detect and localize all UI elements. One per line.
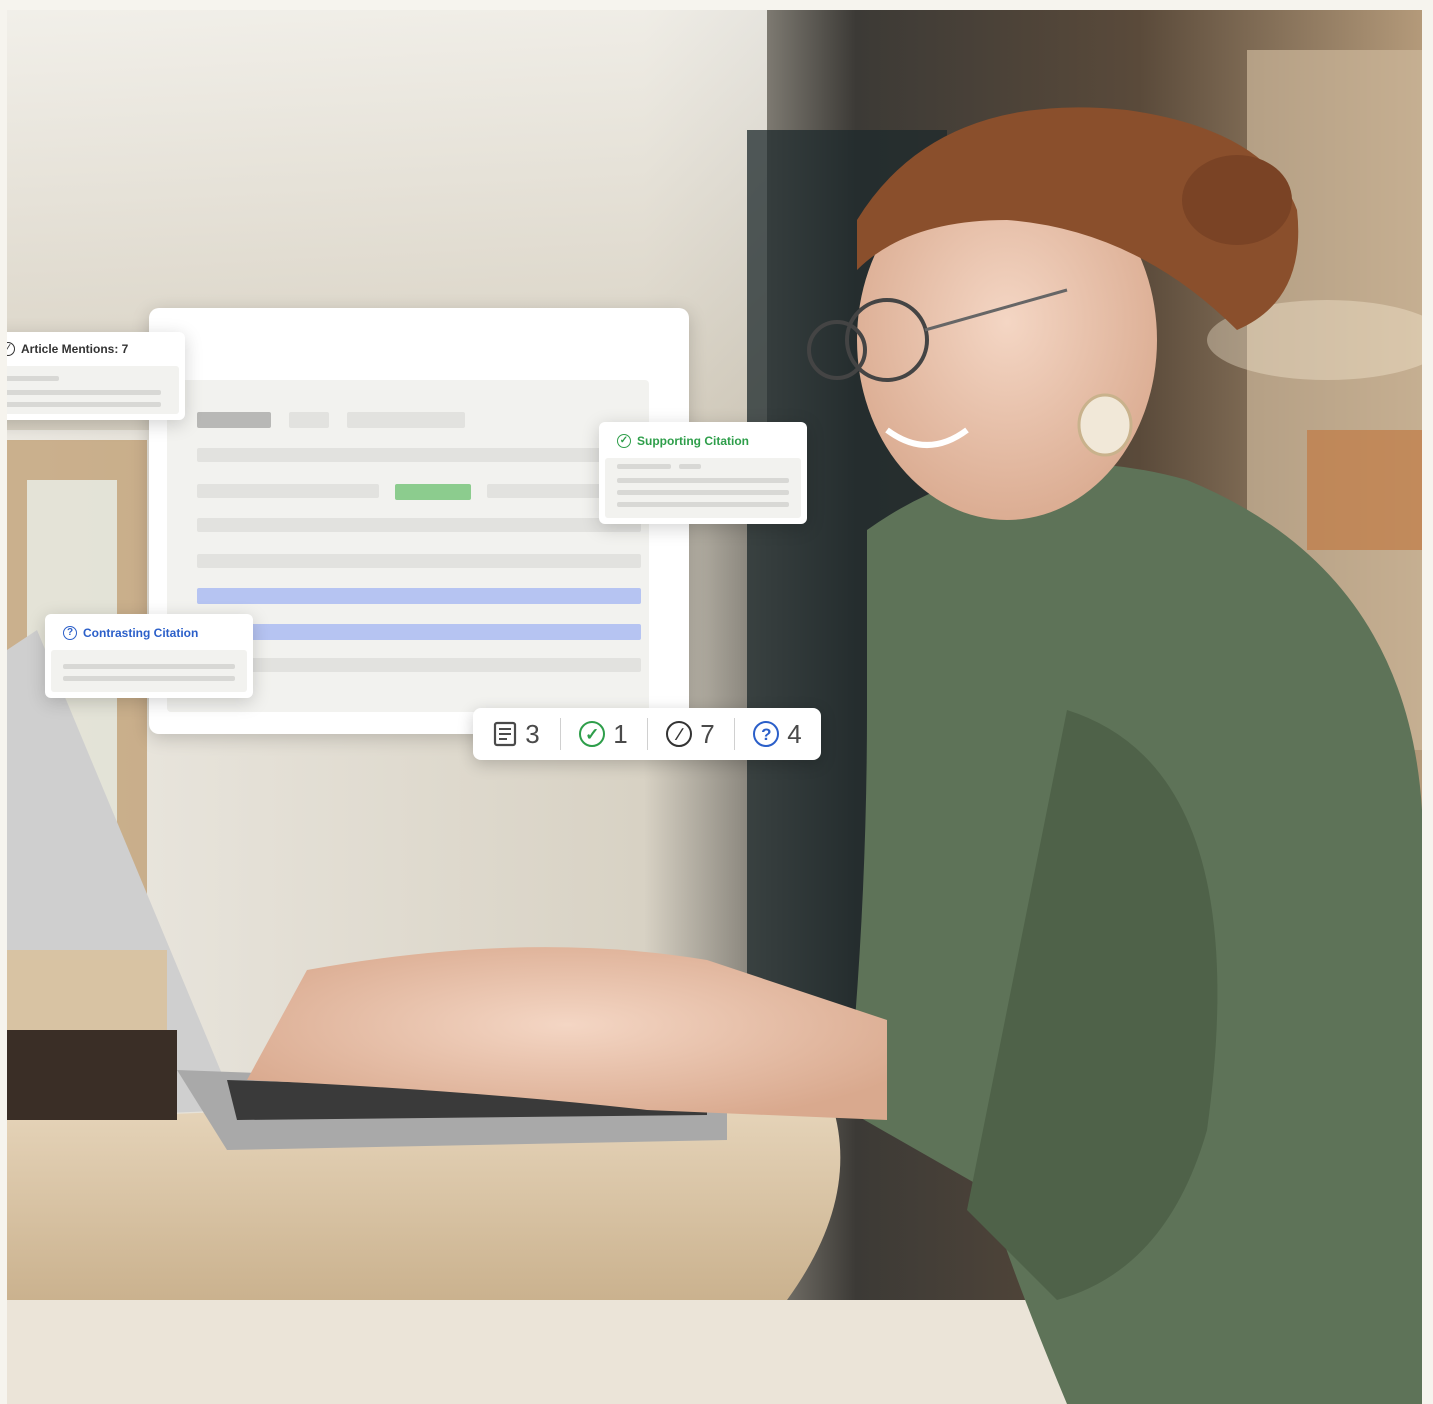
- placeholder-line: [347, 412, 465, 428]
- placeholder-line: [197, 484, 379, 498]
- slash-circle-icon: ∕: [7, 342, 15, 356]
- supporting-citation-card[interactable]: ✓ Supporting Citation: [599, 422, 807, 524]
- contrasting-highlight: [197, 588, 641, 604]
- supporting-count[interactable]: ✓ 1: [560, 708, 647, 760]
- question-circle-icon: ?: [753, 721, 780, 747]
- placeholder-line: [197, 412, 271, 428]
- supporting-citation-label: Supporting Citation: [637, 434, 749, 448]
- slash-circle-icon: ∕: [666, 721, 693, 747]
- placeholder-line: [197, 448, 617, 462]
- document-icon: [494, 721, 517, 747]
- placeholder-line: [487, 484, 607, 498]
- placeholder-line: [7, 390, 161, 395]
- article-mentions-body: [7, 366, 179, 414]
- placeholder-line: [289, 412, 329, 428]
- placeholder-line: [63, 664, 235, 669]
- article-mentions-card[interactable]: ∕ Article Mentions: 7: [7, 332, 185, 420]
- placeholder-line: [197, 518, 641, 532]
- article-mentions-label: Article Mentions: 7: [21, 342, 129, 356]
- placeholder-line: [617, 490, 789, 495]
- mentioning-count[interactable]: 3: [473, 708, 560, 760]
- placeholder-line: [7, 402, 161, 407]
- placeholder-line: [7, 376, 59, 381]
- slash-count-value: 7: [700, 718, 715, 749]
- question-circle-icon: ?: [63, 626, 77, 640]
- slash-count[interactable]: ∕ 7: [647, 708, 734, 760]
- check-circle-icon: ✓: [579, 721, 606, 747]
- contrasting-citation-card[interactable]: ? Contrasting Citation: [45, 614, 253, 698]
- supporting-citation-body: [605, 458, 801, 518]
- placeholder-line: [617, 502, 789, 507]
- supporting-highlight: [395, 484, 471, 500]
- placeholder-line: [617, 464, 671, 469]
- contrasting-highlight: [197, 624, 641, 640]
- placeholder-line: [197, 554, 641, 568]
- mentioning-count-value: 3: [525, 718, 540, 749]
- contrasting-citation-label: Contrasting Citation: [83, 626, 199, 640]
- hero-stage: ∕ Article Mentions: 7 ✓ Supporting Citat…: [7, 10, 1422, 1404]
- placeholder-line: [63, 676, 235, 681]
- placeholder-line: [679, 464, 701, 469]
- contrasting-citation-body: [51, 650, 247, 692]
- contrasting-count[interactable]: ? 4: [734, 708, 821, 760]
- placeholder-line: [197, 658, 641, 672]
- supporting-count-value: 1: [613, 718, 628, 749]
- check-circle-icon: ✓: [617, 434, 631, 448]
- placeholder-line: [617, 478, 789, 483]
- contrasting-count-value: 4: [787, 718, 802, 749]
- citation-count-toolbar: 3 ✓ 1 ∕ 7 ? 4: [473, 708, 821, 760]
